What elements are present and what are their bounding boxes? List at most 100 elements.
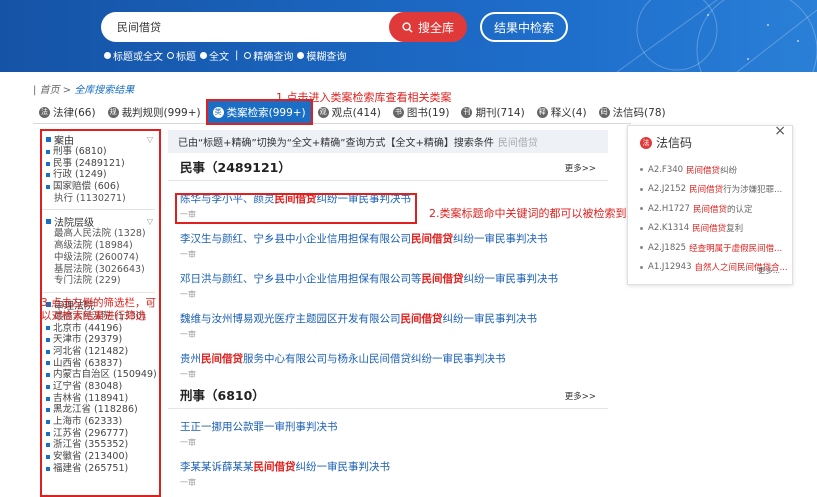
square-bullet-icon bbox=[46, 408, 50, 413]
filter-item[interactable]: 浙江省 (355352) bbox=[46, 439, 159, 451]
code-item[interactable]: A2.K1314 民间借贷 复利 bbox=[640, 219, 790, 239]
section-criminal: 刑事（6810） 更多>> 王正一挪用公款罪一审刑事判决书 一审 李某某诉薛某某… bbox=[168, 381, 608, 489]
tab-similar-cases[interactable]: 类类案检索(999+) bbox=[205, 99, 313, 125]
code-item[interactable]: A2.J1825 经查明属于虚假民间借... bbox=[640, 238, 790, 258]
filter-item[interactable]: 吉林省 (118941) bbox=[46, 393, 159, 405]
result-title-link[interactable]: 邓日洪与颜红、宁乡县中小企业信用担保有限公司等民间借贷纠纷一审民事判决书 bbox=[180, 271, 608, 286]
filter-group-title[interactable]: 法院层级 ▽ bbox=[46, 215, 159, 229]
square-bullet-icon bbox=[46, 137, 51, 142]
tab-interpretation[interactable]: 释释义(4) bbox=[531, 100, 593, 124]
close-icon[interactable]: × bbox=[774, 123, 786, 139]
filter-item[interactable]: 江苏省 (296777) bbox=[46, 428, 159, 440]
tab-opinions[interactable]: 观观点(414) bbox=[312, 100, 387, 124]
filter-subitem[interactable]: 中级法院 (260074) bbox=[46, 252, 159, 264]
code-icon: 码 bbox=[598, 106, 610, 118]
square-bullet-icon bbox=[46, 326, 50, 331]
filter-item[interactable]: 民事 (2489121) bbox=[46, 158, 159, 170]
journal-icon: 刊 bbox=[461, 106, 473, 118]
search-input[interactable] bbox=[117, 18, 377, 36]
result-title-link[interactable]: 王正一挪用公款罪一审刑事判决书 bbox=[180, 419, 608, 434]
filter-item[interactable]: 安徽省 (213400) bbox=[46, 451, 159, 463]
highlight-box bbox=[175, 193, 417, 224]
breadcrumb-home[interactable]: 首页 bbox=[40, 85, 60, 96]
filter-group-court-level: 法院层级 ▽ 最高人民法院 (1328) 高级法院 (18984) 中级法院 (2… bbox=[42, 213, 159, 288]
filter-item[interactable]: 上海市 (62333) bbox=[46, 416, 159, 428]
filter-subitem[interactable]: 执行 (1130271) bbox=[46, 193, 159, 205]
option-exact[interactable]: 精确查询 bbox=[244, 48, 293, 63]
panel-more-link[interactable]: 更多... bbox=[758, 265, 780, 276]
filter-item[interactable]: 天津市 (29379) bbox=[46, 334, 159, 346]
tab-books[interactable]: 书图书(19) bbox=[387, 100, 456, 124]
faxin-code-panel: × 法 法信码 A2.F340 民间借贷 纠纷 A2.J2152 民间借贷 行为涉嫌犯罪… bbox=[627, 123, 793, 285]
bullet-icon bbox=[640, 187, 643, 191]
more-link[interactable]: 更多>> bbox=[565, 390, 596, 408]
tab-rules[interactable]: 规裁判规则(999+) bbox=[102, 100, 207, 124]
result-title-link[interactable]: 贵州民间借贷服务中心有限公司与杨永山民间借贷纠纷一审民事判决书 bbox=[180, 351, 608, 366]
filter-item[interactable]: 内蒙古自治区 (150949) bbox=[46, 369, 159, 381]
bullet-icon bbox=[640, 246, 643, 250]
tab-law[interactable]: 法法律(66) bbox=[33, 100, 102, 124]
result-item: 贵州民间借贷服务中心有限公司与杨永山民间借贷纠纷一审民事判决书 一审 bbox=[168, 341, 608, 381]
filter-item[interactable]: 北京市 (44196) bbox=[46, 323, 159, 335]
result-title-link[interactable]: 魏维与汝州博易观光医疗主题园区开发有限公司民间借贷纠纷一审民事判决书 bbox=[180, 311, 608, 326]
search-all-label: 搜全库 bbox=[417, 20, 454, 35]
square-bullet-icon bbox=[46, 384, 50, 389]
bullet-icon bbox=[640, 226, 643, 230]
search-all-button[interactable]: 搜全库 bbox=[389, 12, 467, 42]
result-meta: 一审 bbox=[180, 478, 196, 487]
filter-subitem[interactable]: 最高人民法院 (1328) bbox=[46, 228, 159, 240]
filter-item[interactable]: 辽宁省 (83048) bbox=[46, 381, 159, 393]
option-title[interactable]: 标题 bbox=[167, 48, 196, 63]
rules-icon: 规 bbox=[107, 106, 119, 118]
divider bbox=[42, 209, 155, 211]
square-bullet-icon bbox=[46, 431, 50, 436]
code-item[interactable]: A2.F340 民间借贷 纠纷 bbox=[640, 160, 790, 180]
filter-item[interactable]: 刑事 (6810) bbox=[46, 146, 159, 158]
more-link[interactable]: 更多>> bbox=[565, 162, 596, 180]
filter-item[interactable]: 行政 (1249) bbox=[46, 169, 159, 181]
section-title: 刑事（6810） bbox=[180, 388, 265, 403]
radio-unselected-icon bbox=[244, 52, 252, 59]
option-title-or-fulltext[interactable]: 标题或全文 bbox=[104, 48, 163, 63]
results-main: 已由“标题+精确”切换为“全文+精确”查询方式【全文+精确】搜索条件 民间借贷 … bbox=[168, 130, 608, 497]
result-meta: 一审 bbox=[180, 438, 196, 447]
filter-item[interactable]: 河北省 (121482) bbox=[46, 346, 159, 358]
search-in-results-button[interactable]: 结果中检索 bbox=[480, 12, 568, 42]
chevron-down-icon[interactable]: ▽ bbox=[147, 135, 153, 144]
filter-item[interactable]: 福建省 (265751) bbox=[46, 463, 159, 475]
panel-title: 法 法信码 bbox=[640, 134, 692, 151]
top-header: 搜全库 结果中检索 标题或全文 标题 全文 | 精确查询 模糊查询 bbox=[0, 0, 817, 72]
radio-unselected-icon bbox=[167, 52, 174, 59]
filter-subitem[interactable]: 专门法院 (229) bbox=[46, 275, 159, 287]
category-tabs: 法法律(66) 规裁判规则(999+) 类类案检索(999+) 观观点(414)… bbox=[33, 99, 666, 125]
result-item: 李汉生与颜红、宁乡县中小企业信用担保有限公司民间借贷纠纷一审民事判决书 一审 bbox=[168, 221, 608, 261]
code-item[interactable]: A2.J2152 民间借贷 行为涉嫌犯罪... bbox=[640, 180, 790, 200]
section-header: 刑事（6810） 更多>> bbox=[168, 381, 608, 409]
result-title-link[interactable]: 李某某诉薛某某民间借贷纠纷一审民事判决书 bbox=[180, 459, 608, 474]
option-fuzzy[interactable]: 模糊查询 bbox=[297, 48, 346, 63]
filter-subitem[interactable]: 高级法院 (18984) bbox=[46, 240, 159, 252]
result-meta: 一审 bbox=[180, 330, 196, 339]
result-meta: 一审 bbox=[180, 250, 196, 259]
tab-journals[interactable]: 刊期刊(714) bbox=[455, 100, 530, 124]
breadcrumb-current[interactable]: 全库搜索结果 bbox=[74, 85, 134, 96]
result-title-link[interactable]: 李汉生与颜红、宁乡县中小企业信用担保有限公司民间借贷纠纷一审民事判决书 bbox=[180, 231, 608, 246]
filter-group-title[interactable]: 案由 ▽ bbox=[46, 133, 159, 147]
book-icon: 书 bbox=[392, 106, 404, 118]
square-bullet-icon bbox=[46, 419, 50, 424]
breadcrumb-sep: > bbox=[59, 85, 75, 96]
option-fulltext[interactable]: 全文 bbox=[200, 48, 229, 63]
result-item: 邓日洪与颜红、宁乡县中小企业信用担保有限公司等民间借贷纠纷一审民事判决书 一审 bbox=[168, 261, 608, 301]
header-decoration bbox=[616, 0, 817, 72]
code-item[interactable]: A2.H1727 民间借贷 的认定 bbox=[640, 199, 790, 219]
filter-group-cause: 案由 ▽ 刑事 (6810) 民事 (2489121) 行政 (1249) 国家赔… bbox=[42, 131, 159, 206]
filter-item[interactable]: 山西省 (63837) bbox=[46, 358, 159, 370]
filter-item[interactable]: 黑龙江省 (118286) bbox=[46, 404, 159, 416]
query-info-keyword: 民间借贷 bbox=[497, 138, 538, 149]
filter-item[interactable]: 国家赔偿 (606) bbox=[46, 181, 159, 193]
filter-subitem[interactable]: 基层法院 (3026643) bbox=[46, 264, 159, 276]
result-meta: 一审 bbox=[180, 370, 196, 379]
tab-faxin-code[interactable]: 码法信码(78) bbox=[593, 100, 672, 124]
section-header: 民事（2489121） 更多>> bbox=[168, 153, 608, 181]
chevron-down-icon[interactable]: ▽ bbox=[147, 217, 153, 226]
